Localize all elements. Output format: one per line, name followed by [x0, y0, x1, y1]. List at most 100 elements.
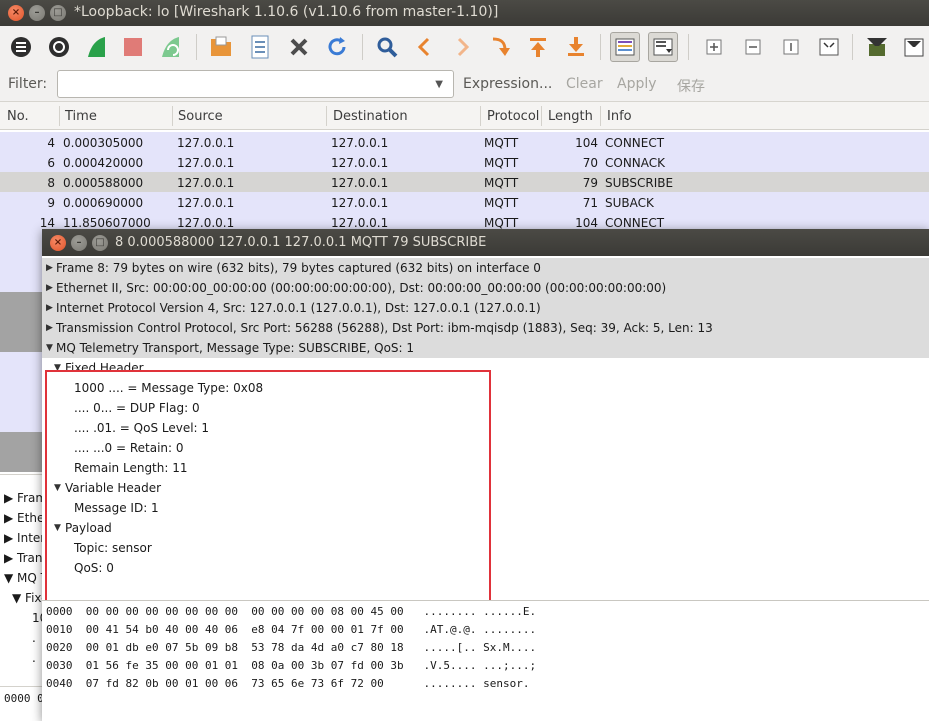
apply-button[interactable]: Apply	[617, 76, 657, 92]
tree-item-message-type[interactable]: 1000 .... = Message Type: 0x08	[42, 378, 929, 398]
detail-item[interactable]: ▶ Ethe	[4, 511, 44, 525]
toolbar-separator	[362, 34, 363, 60]
popup-packet-bytes: 0000 00 00 00 00 00 00 00 00 00 00 00 00…	[42, 600, 929, 721]
save-filter-button[interactable]: 保存	[677, 76, 705, 96]
packet-row[interactable]: 4 0.000305000 127.0.0.1 127.0.0.1 MQTT 1…	[0, 132, 929, 152]
collapse-arrow-icon[interactable]: ▼	[54, 523, 61, 533]
display-filters-icon[interactable]	[899, 32, 929, 62]
close-window-button[interactable]: ×	[8, 5, 24, 21]
column-header-info[interactable]: Info	[607, 109, 632, 124]
last-packet-icon[interactable]	[561, 32, 591, 62]
capture-filters-icon[interactable]	[862, 32, 892, 62]
column-divider[interactable]	[541, 106, 542, 126]
column-header-source[interactable]: Source	[178, 109, 223, 124]
auto-scroll-icon[interactable]	[648, 32, 678, 62]
minimize-window-button[interactable]: –	[29, 5, 45, 21]
packet-row[interactable]: 6 0.000420000 127.0.0.1 127.0.0.1 MQTT 7…	[0, 152, 929, 172]
normal-size-icon[interactable]	[776, 32, 806, 62]
hex-line: 0000 0	[4, 692, 44, 705]
toolbar-separator	[600, 34, 601, 60]
find-icon[interactable]	[372, 32, 402, 62]
go-forward-icon[interactable]	[448, 32, 478, 62]
column-header-no[interactable]: No.	[7, 109, 29, 124]
restart-capture-icon[interactable]	[156, 32, 186, 62]
popup-title: 8 0.000588000 127.0.0.1 127.0.0.1 MQTT 7…	[115, 235, 487, 250]
start-capture-icon[interactable]	[82, 32, 112, 62]
column-divider[interactable]	[172, 106, 173, 126]
open-file-icon[interactable]	[206, 32, 236, 62]
column-header-time[interactable]: Time	[65, 109, 97, 124]
hex-line: 0020 00 01 db e0 07 5b 09 b8 53 78 da 4d…	[46, 641, 537, 654]
column-divider[interactable]	[326, 106, 327, 126]
first-packet-icon[interactable]	[523, 32, 553, 62]
expand-arrow-icon[interactable]: ▶	[46, 303, 53, 313]
hex-line: 0000 00 00 00 00 00 00 00 00 00 00 00 00…	[46, 605, 537, 618]
protocol-tree: ▶ Frame 8: 79 bytes on wire (632 bits), …	[42, 256, 929, 603]
popup-titlebar: × – □ 8 0.000588000 127.0.0.1 127.0.0.1 …	[42, 229, 929, 256]
collapse-arrow-icon[interactable]: ▼	[54, 483, 61, 493]
detail-item[interactable]: ▶ Fram	[4, 491, 47, 505]
tree-item-qos-level[interactable]: .... .01. = QoS Level: 1	[42, 418, 929, 438]
packet-list-header: No. Time Source Destination Protocol Len…	[0, 102, 929, 130]
detail-item: .	[32, 631, 36, 645]
tree-item-retain[interactable]: .... ...0 = Retain: 0	[42, 438, 929, 458]
expand-arrow-icon[interactable]: ▶	[46, 283, 53, 293]
tree-item-dup-flag[interactable]: .... 0... = DUP Flag: 0	[42, 398, 929, 418]
detail-item[interactable]: ▶ Inter	[4, 531, 45, 545]
collapse-arrow-icon[interactable]: ▼	[46, 343, 53, 353]
column-header-destination[interactable]: Destination	[333, 109, 408, 124]
maximize-window-button[interactable]: □	[50, 5, 66, 21]
toolbar-separator	[852, 34, 853, 60]
hex-line: 0010 00 41 54 b0 40 00 40 06 e8 04 7f 00…	[46, 623, 537, 636]
column-divider[interactable]	[480, 106, 481, 126]
reload-icon[interactable]	[322, 32, 352, 62]
collapse-arrow-icon[interactable]: ▼	[54, 363, 61, 373]
zoom-out-icon[interactable]	[738, 32, 768, 62]
column-divider[interactable]	[600, 106, 601, 126]
tree-item-tcp[interactable]: ▶ Transmission Control Protocol, Src Por…	[42, 318, 929, 338]
packet-row-selected[interactable]: 8 0.000588000 127.0.0.1 127.0.0.1 MQTT 7…	[0, 172, 929, 192]
tree-item-topic[interactable]: Topic: sensor	[42, 538, 929, 558]
clear-button[interactable]: Clear	[566, 76, 603, 92]
expand-arrow-icon[interactable]: ▶	[46, 263, 53, 273]
chevron-down-icon[interactable]: ▼	[435, 79, 443, 90]
tree-item-frame[interactable]: ▶ Frame 8: 79 bytes on wire (632 bits), …	[42, 258, 929, 278]
packet-detail-window: × – □ 8 0.000588000 127.0.0.1 127.0.0.1 …	[42, 229, 929, 721]
expression-button[interactable]: Expression...	[463, 76, 552, 92]
close-popup-button[interactable]: ×	[50, 235, 66, 251]
options-icon[interactable]	[44, 32, 74, 62]
tree-item-mqtt[interactable]: ▼ MQ Telemetry Transport, Message Type: …	[42, 338, 929, 358]
toolbar-separator	[688, 34, 689, 60]
column-header-protocol[interactable]: Protocol	[487, 109, 539, 124]
maximize-popup-button[interactable]: □	[92, 235, 108, 251]
filter-toolbar: Filter: ▼ Expression... Clear Apply 保存	[0, 66, 929, 102]
tree-item-payload[interactable]: ▼ Payload	[42, 518, 929, 538]
close-file-icon[interactable]	[284, 32, 314, 62]
go-to-packet-icon[interactable]	[485, 32, 515, 62]
main-toolbar	[0, 26, 929, 66]
hex-line: 0040 07 fd 82 0b 00 01 00 06 73 65 6e 73…	[46, 677, 530, 690]
save-file-icon[interactable]	[245, 32, 275, 62]
stop-capture-icon[interactable]	[118, 32, 148, 62]
resize-columns-icon[interactable]	[814, 32, 844, 62]
tree-item-message-id[interactable]: Message ID: 1	[42, 498, 929, 518]
colorize-icon[interactable]	[610, 32, 640, 62]
column-header-length[interactable]: Length	[548, 109, 593, 124]
minimize-popup-button[interactable]: –	[71, 235, 87, 251]
window-titlebar: × – □ *Loopback: lo [Wireshark 1.10.6 (v…	[0, 0, 929, 26]
toolbar-separator	[196, 34, 197, 60]
packet-row[interactable]: 9 0.000690000 127.0.0.1 127.0.0.1 MQTT 7…	[0, 192, 929, 212]
interfaces-icon[interactable]	[6, 32, 36, 62]
tree-item-ip[interactable]: ▶ Internet Protocol Version 4, Src: 127.…	[42, 298, 929, 318]
column-divider[interactable]	[59, 106, 60, 126]
tree-item-remain-length[interactable]: Remain Length: 11	[42, 458, 929, 478]
filter-input[interactable]: ▼	[57, 70, 454, 98]
tree-item-ethernet[interactable]: ▶ Ethernet II, Src: 00:00:00_00:00:00 (0…	[42, 278, 929, 298]
go-back-icon[interactable]	[409, 32, 439, 62]
hex-line: 0030 01 56 fe 35 00 00 01 01 08 0a 00 3b…	[46, 659, 537, 672]
tree-item-qos[interactable]: QoS: 0	[42, 558, 929, 578]
expand-arrow-icon[interactable]: ▶	[46, 323, 53, 333]
tree-item-variable-header[interactable]: ▼ Variable Header	[42, 478, 929, 498]
zoom-in-icon[interactable]	[699, 32, 729, 62]
tree-item-fixed-header[interactable]: ▼ Fixed Header	[42, 358, 929, 378]
